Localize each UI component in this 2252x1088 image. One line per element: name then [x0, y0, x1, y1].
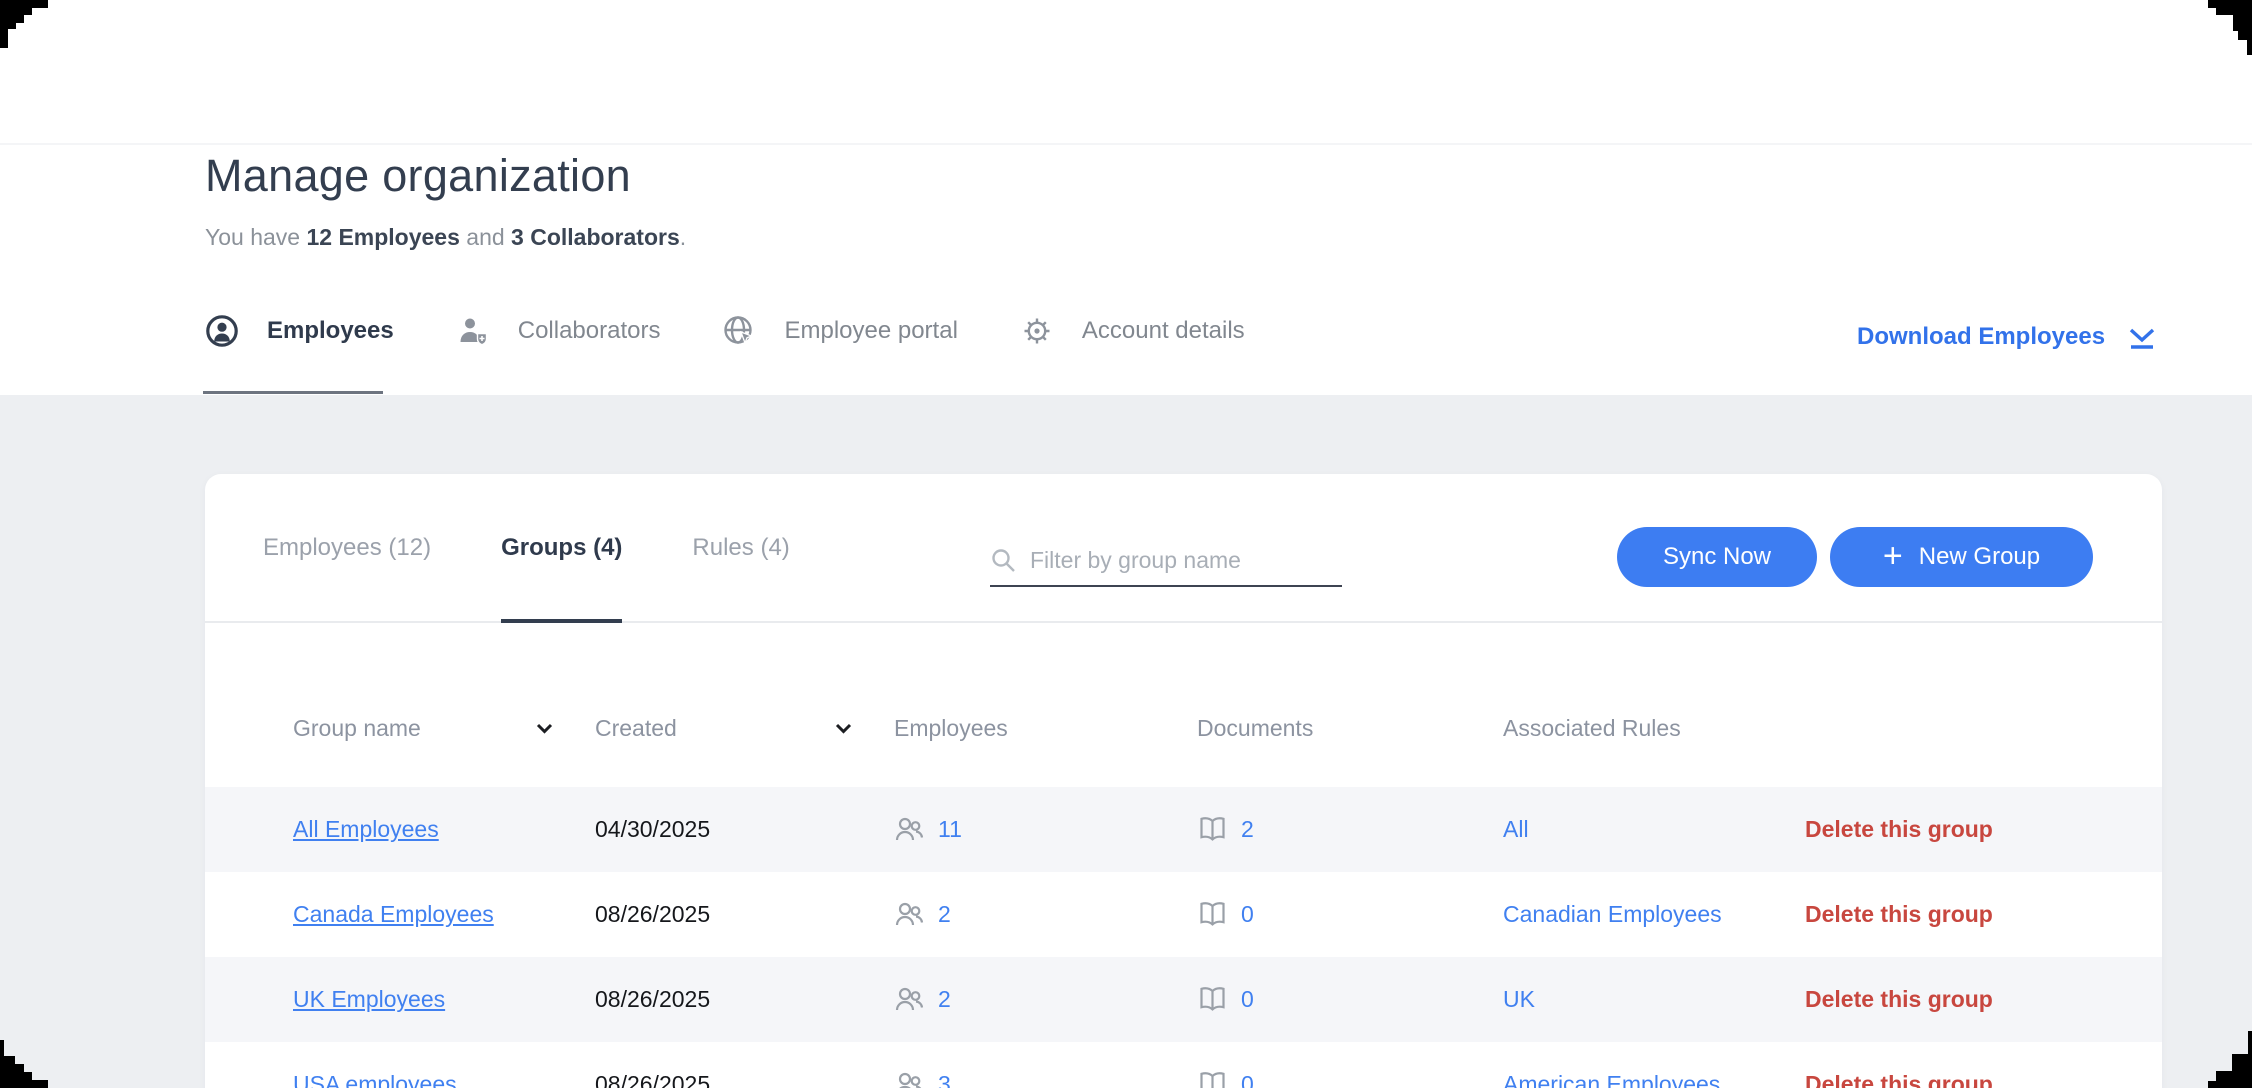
associated-rule-link[interactable]: UK: [1503, 986, 1535, 1013]
book-icon: [1197, 984, 1228, 1015]
column-created[interactable]: Created: [595, 715, 894, 742]
associated-rule-link[interactable]: All: [1503, 816, 1529, 843]
summary-period: .: [680, 224, 686, 250]
employee-count-link[interactable]: 11: [938, 816, 962, 843]
group-name-link[interactable]: Canada Employees: [293, 901, 494, 928]
table-row: UK Employees 08/26/2025 2: [205, 957, 2162, 1042]
book-icon: [1197, 814, 1228, 845]
group-name-link[interactable]: USA employees: [293, 1071, 457, 1088]
delete-group-link[interactable]: Delete this group: [1805, 816, 1993, 843]
delete-group-link[interactable]: Delete this group: [1805, 986, 1993, 1013]
tab-collaborators-label: Collaborators: [518, 317, 661, 345]
tab-collaborators[interactable]: Collaborators: [456, 314, 661, 348]
active-tab-underline: [203, 391, 383, 394]
tab-account-details-label: Account details: [1082, 317, 1245, 345]
column-associated-rules: Associated Rules: [1503, 715, 1805, 742]
document-count-link[interactable]: 0: [1241, 986, 1254, 1013]
document-count-link[interactable]: 2: [1241, 816, 1254, 843]
corner-artifact: [2208, 0, 2252, 55]
people-icon: [894, 814, 925, 845]
person-circle-icon: [205, 314, 239, 348]
created-date: 04/30/2025: [595, 816, 710, 843]
card-header: Employees (12) Groups (4) Rules (4) Sync…: [205, 474, 2162, 623]
new-group-button[interactable]: + New Group: [1830, 527, 2093, 587]
gear-icon: [1020, 314, 1054, 348]
group-name-link[interactable]: UK Employees: [293, 986, 445, 1013]
download-employees-button[interactable]: Download Employees: [1857, 322, 2157, 352]
download-chevron-icon: [2127, 322, 2157, 352]
people-icon: [894, 984, 925, 1015]
tab-employee-portal[interactable]: Employee portal: [722, 314, 957, 348]
column-documents: Documents: [1197, 715, 1503, 742]
column-employees: Employees: [894, 715, 1197, 742]
tab-employees-12[interactable]: Employees (12): [263, 474, 431, 621]
collaborators-count: 3 Collaborators: [511, 224, 680, 250]
book-icon: [1197, 899, 1228, 930]
sync-now-button[interactable]: Sync Now: [1617, 527, 1817, 587]
created-date: 08/26/2025: [595, 986, 710, 1013]
manage-organization-page: Manage organization You have 12 Employee…: [0, 0, 2252, 1088]
delete-group-link[interactable]: Delete this group: [1805, 901, 1993, 928]
header-divider: [0, 143, 2252, 145]
created-date: 08/26/2025: [595, 1071, 710, 1088]
globe-cursor-icon: [722, 314, 756, 348]
filter-input[interactable]: [1030, 547, 1342, 574]
table-row: All Employees 04/30/2025 11: [205, 787, 2162, 872]
tab-employee-portal-label: Employee portal: [784, 317, 957, 345]
tab-account-details[interactable]: Account details: [1020, 314, 1245, 348]
group-name-link[interactable]: All Employees: [293, 816, 439, 843]
tab-employees-label: Employees: [267, 317, 394, 345]
people-icon: [894, 1069, 925, 1088]
book-icon: [1197, 1069, 1228, 1088]
person-shield-icon: [456, 314, 490, 348]
document-count-link[interactable]: 0: [1241, 1071, 1254, 1088]
employee-count-link[interactable]: 3: [938, 1071, 951, 1088]
corner-artifact: [0, 0, 48, 48]
download-employees-label: Download Employees: [1857, 323, 2105, 351]
tab-rules-4[interactable]: Rules (4): [692, 474, 789, 621]
page-title: Manage organization: [205, 150, 631, 202]
employee-count-link[interactable]: 2: [938, 901, 951, 928]
employee-count-link[interactable]: 2: [938, 986, 951, 1013]
summary-and: and: [460, 224, 511, 250]
table-row: USA employees 08/26/2025 3: [205, 1042, 2162, 1088]
column-group-name[interactable]: Group name: [293, 715, 595, 742]
sync-now-label: Sync Now: [1663, 543, 1771, 571]
summary-prefix: You have: [205, 224, 306, 250]
people-icon: [894, 899, 925, 930]
table-row: Canada Employees 08/26/2025 2: [205, 872, 2162, 957]
employee-summary: You have 12 Employees and 3 Collaborator…: [205, 224, 686, 251]
table-header: Group name Created Employees Documents A…: [205, 623, 2162, 787]
sort-chevron-icon[interactable]: [835, 723, 852, 734]
associated-rule-link[interactable]: American Employees: [1503, 1071, 1720, 1088]
sort-chevron-icon[interactable]: [536, 723, 553, 734]
group-filter: [990, 536, 1342, 587]
employees-count: 12 Employees: [306, 224, 459, 250]
tab-groups-4[interactable]: Groups (4): [501, 474, 622, 621]
document-count-link[interactable]: 0: [1241, 901, 1254, 928]
associated-rule-link[interactable]: Canadian Employees: [1503, 901, 1722, 928]
created-date: 08/26/2025: [595, 901, 710, 928]
card-tabs: Employees (12) Groups (4) Rules (4): [263, 474, 790, 621]
section-nav: Employees Collaborators: [205, 314, 1245, 348]
tab-employees[interactable]: Employees: [205, 314, 394, 348]
new-group-label: New Group: [1919, 543, 2040, 571]
groups-card: Employees (12) Groups (4) Rules (4) Sync…: [205, 474, 2162, 1088]
search-icon: [990, 547, 1017, 574]
delete-group-link[interactable]: Delete this group: [1805, 1071, 1993, 1088]
